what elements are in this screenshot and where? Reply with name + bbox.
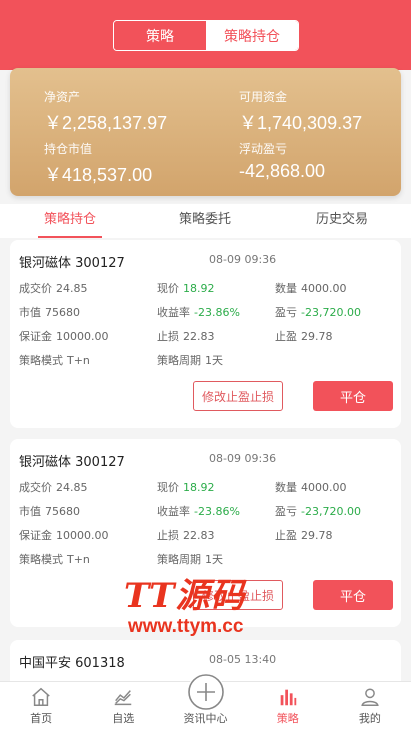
field-pl: 盈亏 -23,720.00 [275, 306, 361, 319]
user-icon [361, 688, 379, 706]
nav-home[interactable]: 首页 [0, 682, 82, 731]
field-margin: 保证金 10000.00 [19, 330, 109, 343]
tab-strategy-positions[interactable]: 策略持仓 [206, 21, 298, 50]
nav-news-label: 资讯中心 [183, 712, 228, 725]
floating-pl: 浮动盈亏 -42,868.00 [239, 140, 325, 182]
field-stop-loss: 止损 22.83 [157, 330, 215, 343]
nav-watchlist-label: 自选 [112, 712, 135, 725]
available-funds: 可用资金 ￥1,740,309.37 [239, 88, 362, 135]
field-take-profit: 止盈 29.78 [275, 529, 333, 542]
open-time: 08-09 09:36 [209, 452, 277, 465]
field-stop-loss: 止损 22.83 [157, 529, 215, 542]
nav-home-label: 首页 [30, 712, 53, 725]
position-tabs: 策略持仓 策略委托 历史交易 [0, 204, 411, 238]
stock-name: 银河磁体 300127 [19, 256, 125, 271]
field-take-profit: 止盈 29.78 [275, 330, 333, 343]
market-value-value: ￥418,537.00 [44, 165, 153, 185]
tab-holdings[interactable]: 策略持仓 [38, 204, 102, 238]
bottom-nav: 首页 自选 资讯中心 策略 我的 [0, 673, 411, 731]
close-position-button[interactable]: 平仓 [313, 381, 393, 411]
tab-history[interactable]: 历史交易 [310, 204, 374, 238]
top-header: 策略 策略持仓 [0, 0, 411, 70]
market-value-label: 持仓市值 [44, 142, 93, 156]
open-time: 08-05 13:40 [209, 653, 277, 666]
field-current: 现价 18.92 [157, 282, 215, 295]
market-value: 持仓市值 ￥418,537.00 [44, 140, 152, 187]
stock-name: 中国平安 601318 [19, 656, 125, 671]
nav-profile-label: 我的 [358, 712, 381, 725]
field-current: 现价 18.92 [157, 481, 215, 494]
floating-pl-label: 浮动盈亏 [239, 142, 288, 156]
field-period: 策略周期 1天 [157, 553, 223, 566]
asset-summary-card: 净资产 ￥2,258,137.97 可用资金 ￥1,740,309.37 持仓市… [10, 68, 401, 196]
net-asset-label: 净资产 [44, 90, 81, 104]
position-card: 银河磁体 300127 08-09 09:36 成交价 24.85 现价 18.92… [10, 240, 401, 428]
net-asset: 净资产 ￥2,258,137.97 [44, 88, 167, 135]
close-position-button[interactable]: 平仓 [313, 580, 393, 610]
floating-pl-value: -42,868.00 [239, 161, 326, 181]
field-rate: 收益率 -23.86% [157, 306, 240, 319]
field-pl: 盈亏 -23,720.00 [275, 505, 361, 518]
bar-chart-icon [280, 689, 296, 706]
available-funds-value: ￥1,740,309.37 [239, 113, 363, 133]
home-icon [32, 687, 50, 706]
field-mv: 市值 75680 [19, 505, 80, 518]
field-mode: 策略模式 T+n [19, 553, 90, 566]
modify-tp-sl-button[interactable]: 修改止盈止损 [193, 580, 283, 610]
nav-strategy-label: 策略 [276, 712, 299, 725]
nav-watchlist[interactable]: 自选 [82, 682, 164, 731]
field-period: 策略周期 1天 [157, 354, 223, 367]
field-rate: 收益率 -23.86% [157, 505, 240, 518]
net-asset-value: ￥2,258,137.97 [44, 113, 168, 133]
field-qty: 数量 4000.00 [275, 282, 347, 295]
chart-line-icon [115, 690, 132, 706]
field-price: 成交价 24.85 [19, 481, 88, 494]
position-card: 银河磁体 300127 08-09 09:36 成交价 24.85 现价 18.92… [10, 439, 401, 627]
plus-circle-icon [186, 673, 225, 711]
tab-orders[interactable]: 策略委托 [173, 204, 237, 238]
available-funds-label: 可用资金 [239, 90, 288, 104]
nav-strategy[interactable]: 策略 [247, 682, 329, 731]
tab-strategy[interactable]: 策略 [114, 21, 206, 50]
field-price: 成交价 24.85 [19, 282, 88, 295]
mode-switch: 策略 策略持仓 [113, 20, 299, 51]
field-mode: 策略模式 T+n [19, 354, 90, 367]
field-mv: 市值 75680 [19, 306, 80, 319]
nav-profile[interactable]: 我的 [329, 682, 411, 731]
modify-tp-sl-button[interactable]: 修改止盈止损 [193, 381, 283, 411]
field-margin: 保证金 10000.00 [19, 529, 109, 542]
field-qty: 数量 4000.00 [275, 481, 347, 494]
open-time: 08-09 09:36 [209, 253, 277, 266]
nav-news[interactable]: 资讯中心 [164, 673, 246, 731]
stock-name: 银河磁体 300127 [19, 455, 125, 470]
